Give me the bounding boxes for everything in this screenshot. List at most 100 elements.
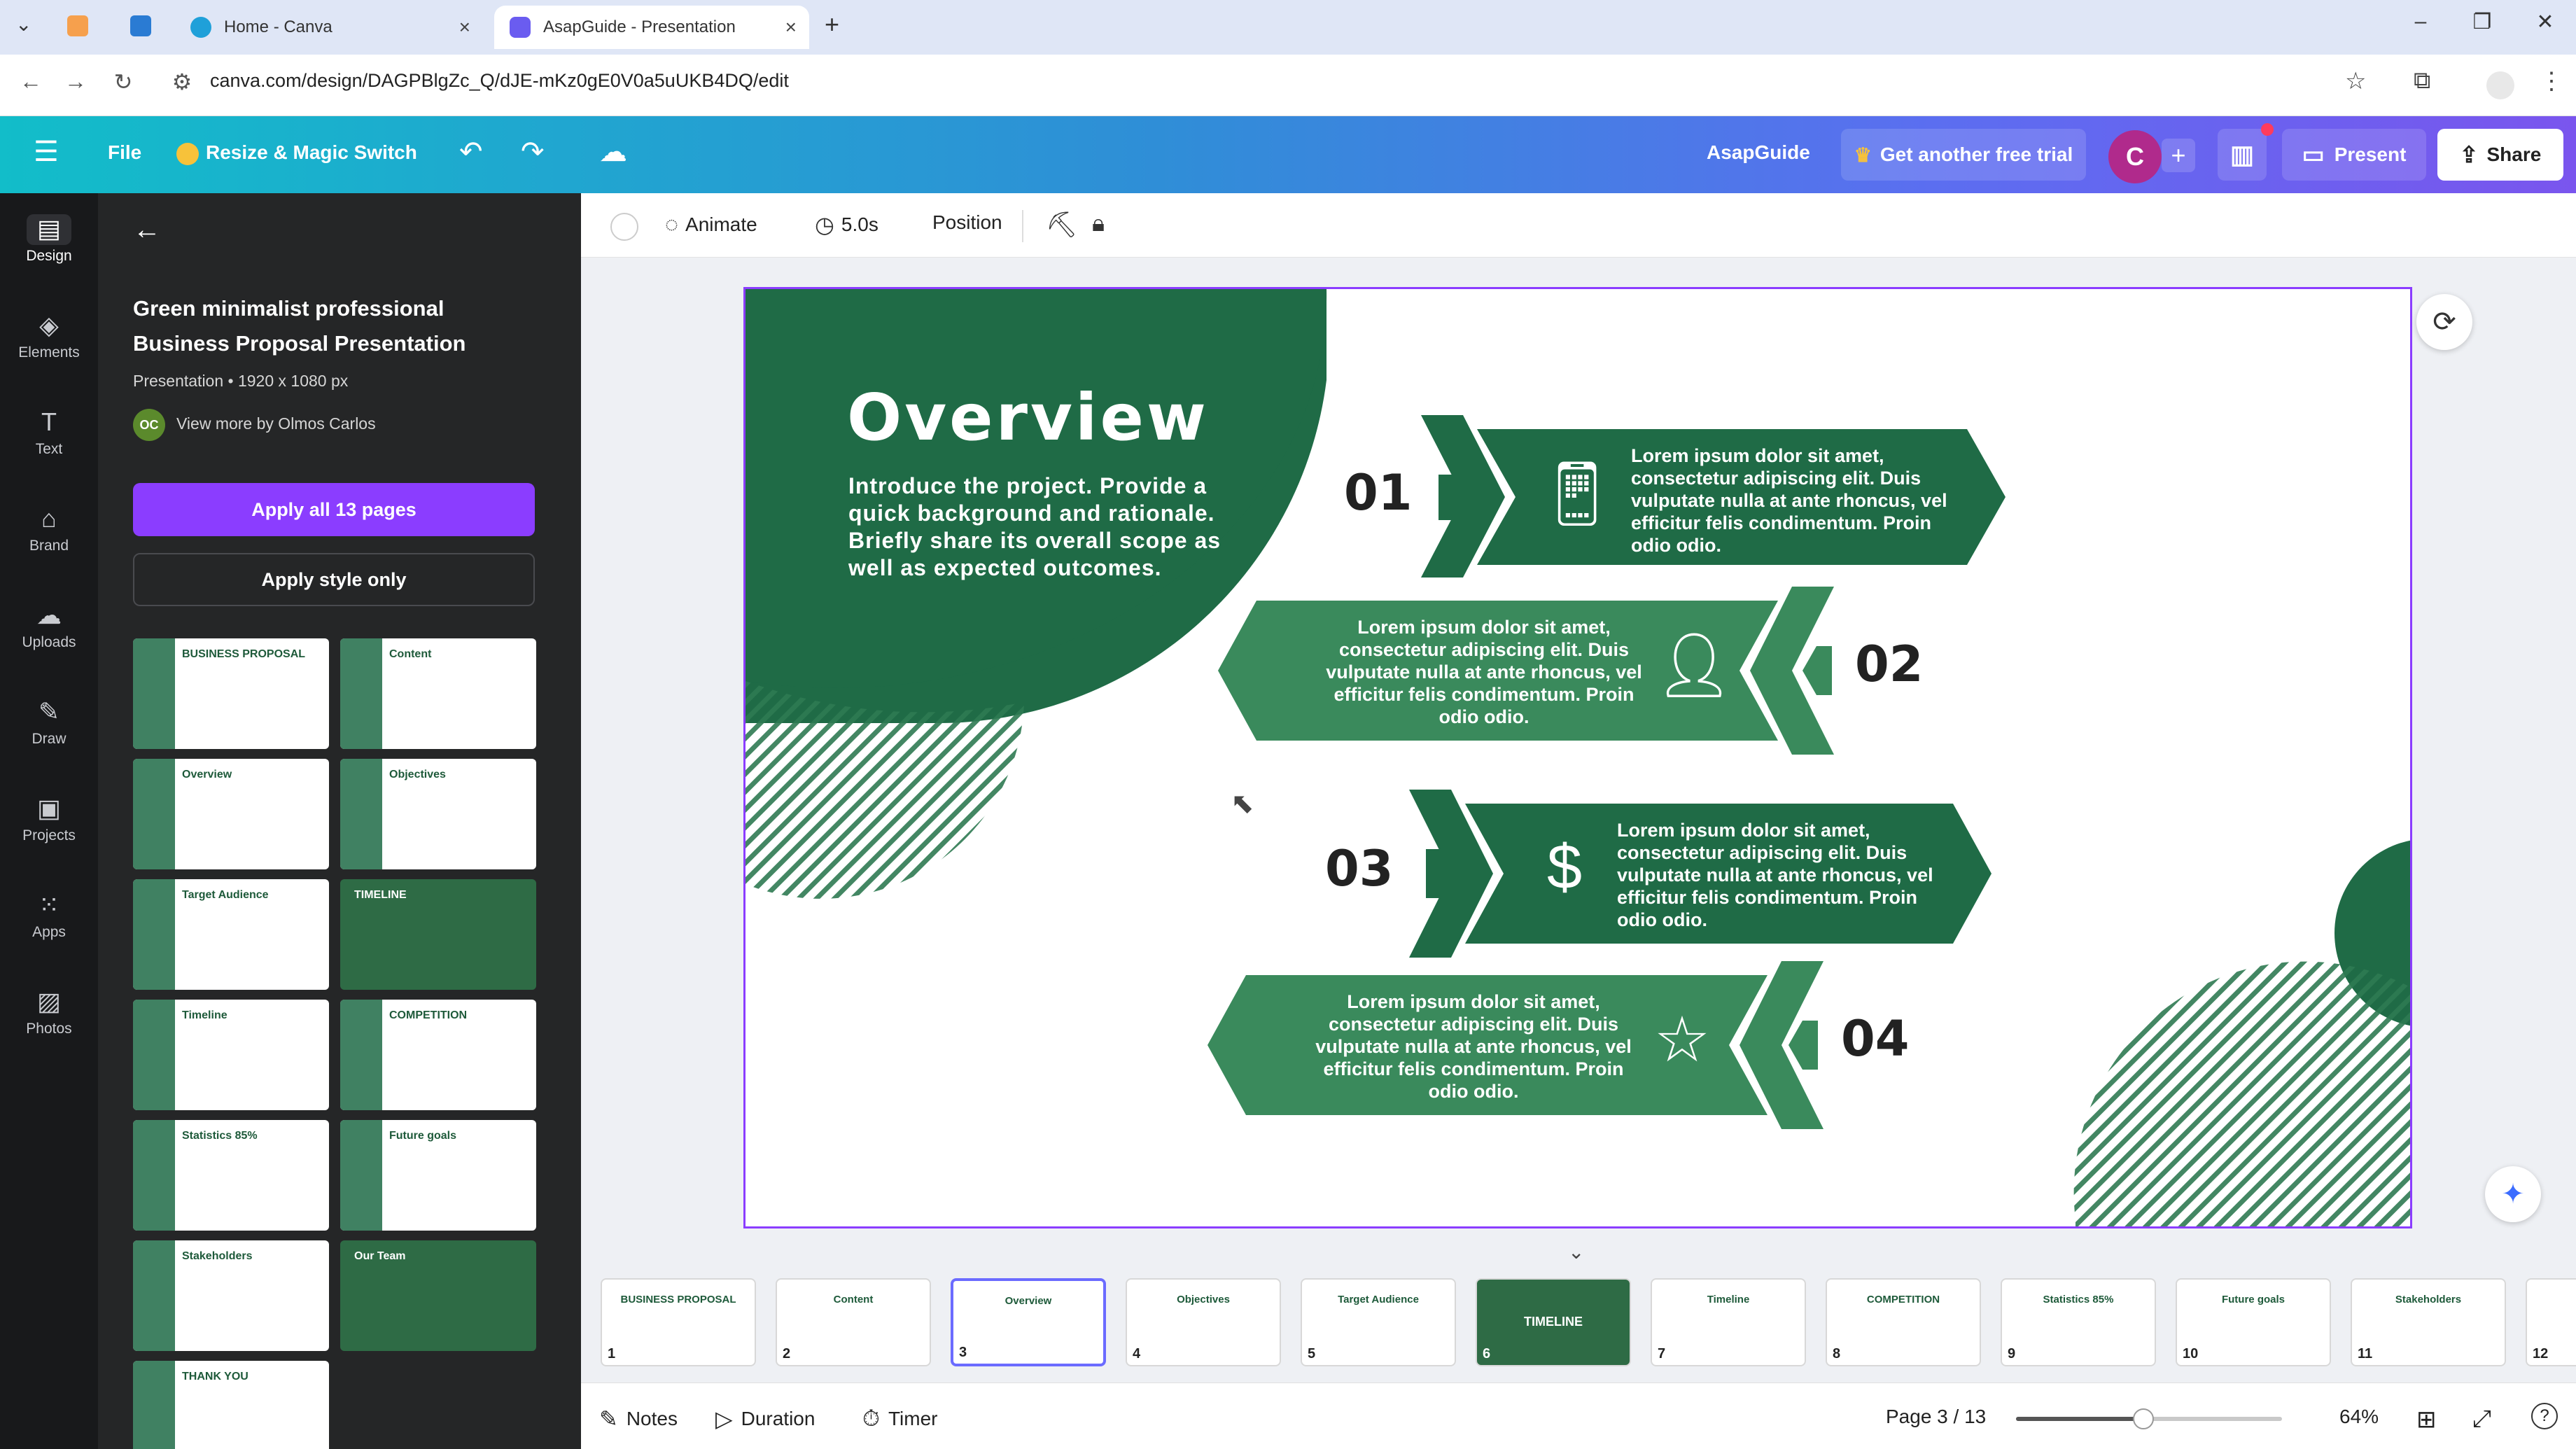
filmstrip-page[interactable]: Content 2 xyxy=(776,1278,931,1366)
free-trial-button[interactable]: ♛ Get another free trial xyxy=(1841,129,2086,181)
duration-toggle[interactable]: ▷ Duration xyxy=(715,1406,815,1432)
duration-button[interactable]: ◷ 5.0s xyxy=(815,211,878,238)
share-button[interactable]: ⇪ Share xyxy=(2437,129,2563,181)
filmstrip-page[interactable]: TIMELINE 6 xyxy=(1476,1278,1631,1366)
menu-hamburger-icon[interactable]: ☰ xyxy=(34,136,59,168)
filmstrip-page[interactable]: Statistics 85% 9 xyxy=(2001,1278,2156,1366)
url-field[interactable]: canva.com/design/DAGPBlgZc_Q/dJE-mKz0gE0… xyxy=(210,70,789,92)
close-tab-icon[interactable]: × xyxy=(459,16,470,38)
zoom-percent[interactable]: 64% xyxy=(2339,1406,2379,1428)
color-swatch[interactable] xyxy=(610,213,638,241)
fullscreen-icon[interactable]: ⤢ xyxy=(2472,1406,2491,1433)
slide-canvas[interactable]: Overview Introduce the project. Provide … xyxy=(743,287,2412,1228)
rail-item-uploads[interactable]: ☁ Uploads xyxy=(0,601,98,651)
filmstrip-page[interactable]: Future goals 10 xyxy=(2176,1278,2331,1366)
close-window-icon[interactable]: ✕ xyxy=(2524,10,2566,34)
template-thumbnail[interactable]: THANK YOU xyxy=(133,1361,329,1449)
close-tab-icon[interactable]: × xyxy=(785,16,797,38)
restore-icon[interactable]: ❐ xyxy=(2461,10,2503,34)
template-thumbnail[interactable]: Our Team xyxy=(340,1240,536,1351)
template-thumbnail[interactable]: Future goals xyxy=(340,1120,536,1231)
forward-icon[interactable]: → xyxy=(59,69,92,94)
item-text-04[interactable]: Lorem ipsum dolor sit amet, consectetur … xyxy=(1309,990,1638,1102)
help-icon[interactable]: ? xyxy=(2531,1403,2558,1429)
item-number-02[interactable]: 02 xyxy=(1855,636,1923,693)
undo-icon[interactable]: ↶ xyxy=(459,136,483,168)
new-tab-icon[interactable]: + xyxy=(825,10,839,39)
template-thumbnail[interactable]: Objectives xyxy=(340,759,536,869)
browser-menu-icon[interactable]: ⋮ xyxy=(2540,67,2563,95)
file-menu[interactable]: File xyxy=(108,141,141,164)
chevron-down-icon[interactable]: ⌄ xyxy=(1568,1240,1584,1264)
redo-icon[interactable]: ↷ xyxy=(521,136,545,168)
project-name[interactable]: AsapGuide xyxy=(1707,141,1810,164)
pinned-tab-icon[interactable] xyxy=(67,15,88,36)
filmstrip-page[interactable]: BUSINESS PROPOSAL 1 xyxy=(601,1278,756,1366)
add-collaborator-icon[interactable]: + xyxy=(2162,139,2195,172)
avatar[interactable]: C xyxy=(2108,130,2162,183)
rail-item-brand[interactable]: ⌂ Brand xyxy=(0,504,98,554)
page-indicator[interactable]: Page 3 / 13 xyxy=(1886,1406,1986,1428)
rail-item-elements[interactable]: ◈ Elements xyxy=(0,311,98,361)
tab-home-canva[interactable]: Home - Canva × xyxy=(175,6,483,49)
rail-item-projects[interactable]: ▣ Projects xyxy=(0,794,98,844)
notes-button[interactable]: ✎ Notes xyxy=(599,1406,678,1432)
item-number-04[interactable]: 04 xyxy=(1841,1010,1909,1068)
apply-style-only-button[interactable]: Apply style only xyxy=(133,553,535,606)
animate-button[interactable]: ◌ Animate xyxy=(665,211,757,237)
rail-item-photos[interactable]: ▨ Photos xyxy=(0,987,98,1037)
rail-item-text[interactable]: T Text xyxy=(0,407,98,458)
pinned-tab-icon[interactable] xyxy=(130,15,151,36)
filmstrip-page[interactable]: COMPETITION 8 xyxy=(1826,1278,1981,1366)
profile-icon[interactable] xyxy=(2486,71,2514,99)
template-thumbnail[interactable]: Statistics 85% xyxy=(133,1120,329,1231)
tab-list-dropdown-icon[interactable]: ⌄ xyxy=(15,13,31,36)
position-button[interactable]: Position xyxy=(932,211,1002,234)
timer-button[interactable]: ⏱︎ Timer xyxy=(862,1406,937,1432)
template-thumbnail[interactable]: Stakeholders xyxy=(133,1240,329,1351)
template-thumbnail[interactable]: Timeline xyxy=(133,1000,329,1110)
bookmark-star-icon[interactable]: ☆ xyxy=(2345,67,2366,95)
filmstrip-page[interactable]: Timeline 7 xyxy=(1651,1278,1806,1366)
template-thumbnail[interactable]: Overview xyxy=(133,759,329,869)
item-text-02[interactable]: Lorem ipsum dolor sit amet, consectetur … xyxy=(1320,616,1648,728)
businessman-dollar-icon[interactable]: 👤︎ xyxy=(1652,629,1736,713)
reload-icon[interactable]: ↻ xyxy=(106,69,140,95)
filmstrip-page[interactable]: Overview 3 xyxy=(951,1278,1106,1366)
template-thumbnail[interactable]: BUSINESS PROPOSAL xyxy=(133,638,329,749)
megaphone-phone-icon[interactable]: 📱︎ xyxy=(1535,457,1619,541)
author-link[interactable]: View more by Olmos Carlos xyxy=(176,414,376,433)
grid-view-icon[interactable]: ⊞ xyxy=(2416,1406,2437,1434)
item-number-01[interactable]: 01 xyxy=(1344,464,1412,522)
item-number-03[interactable]: 03 xyxy=(1325,840,1393,897)
filmstrip-page[interactable]: Target Audience 5 xyxy=(1301,1278,1456,1366)
insights-button[interactable]: ▥ xyxy=(2218,129,2267,181)
item-text-03[interactable]: Lorem ipsum dolor sit amet, consectetur … xyxy=(1617,819,1946,931)
tab-asapguide-presentation[interactable]: AsapGuide - Presentation × xyxy=(494,6,809,49)
filmstrip-page[interactable]: 12 xyxy=(2526,1278,2576,1366)
customer-rating-icon[interactable]: ☆ xyxy=(1640,1003,1724,1087)
rail-item-draw[interactable]: ✎ Draw xyxy=(0,697,98,748)
rail-item-apps[interactable]: ⁙ Apps xyxy=(0,890,98,941)
template-thumbnail[interactable]: TIMELINE xyxy=(340,879,536,990)
paint-roller-icon[interactable]: ⛏ xyxy=(1046,210,1078,239)
filmstrip-page[interactable]: Stakeholders 11 xyxy=(2351,1278,2506,1366)
template-thumbnail[interactable]: Content xyxy=(340,638,536,749)
filmstrip-page[interactable]: Objectives 4 xyxy=(1126,1278,1281,1366)
back-icon[interactable]: ← xyxy=(14,69,48,94)
rail-item-design[interactable]: ▤ Design xyxy=(0,214,98,265)
present-button[interactable]: ▭ Present xyxy=(2282,129,2426,181)
site-info-icon[interactable]: ⚙ xyxy=(165,69,199,95)
money-bag-exchange-icon[interactable]: $ xyxy=(1522,832,1606,916)
resize-magic-switch-button[interactable]: Resize & Magic Switch xyxy=(206,141,417,164)
slide-intro-text[interactable]: Introduce the project. Provide a quick b… xyxy=(848,472,1226,582)
slide-title[interactable]: Overview xyxy=(847,380,1209,455)
apply-all-pages-button[interactable]: Apply all 13 pages xyxy=(133,483,535,536)
back-arrow-icon[interactable]: ← xyxy=(133,214,161,246)
template-thumbnail[interactable]: COMPETITION xyxy=(340,1000,536,1110)
magic-assistant-button[interactable]: ✦ xyxy=(2485,1166,2541,1222)
cloud-saved-icon[interactable]: ☁ xyxy=(599,136,627,168)
lock-icon[interactable]: 🔒︎ xyxy=(1092,210,1105,237)
minimize-icon[interactable]: – xyxy=(2400,10,2442,34)
extensions-icon[interactable]: ⧉ xyxy=(2414,67,2430,94)
